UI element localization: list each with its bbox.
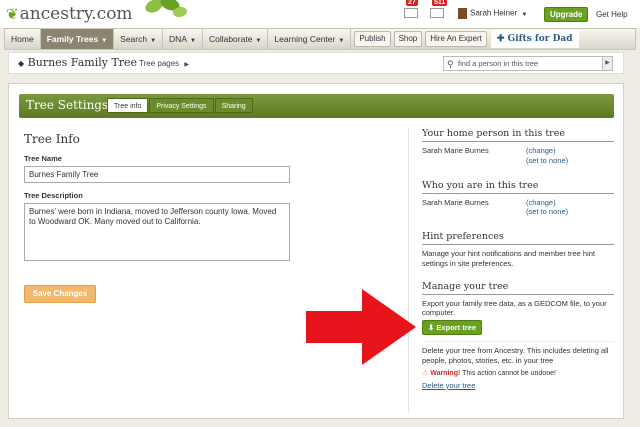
home-person-change-link[interactable]: (change) bbox=[526, 146, 568, 156]
main-nav: Home Family Trees ▼ Search ▼ DNA ▼ Collabor… bbox=[4, 28, 636, 50]
tab-sharing[interactable]: Sharing bbox=[214, 98, 253, 113]
upgrade-button[interactable]: Upgrade bbox=[544, 7, 589, 22]
tree-pages-label: Tree pages bbox=[139, 59, 180, 68]
tree-sidebar: Your home person in this tree Sarah Mari… bbox=[408, 128, 616, 412]
top-header: ❦ancestry.com 27 511 Sarah Heiner ▼ Upgr… bbox=[0, 0, 640, 28]
search-placeholder: find a person in this tree bbox=[458, 59, 539, 68]
user-menu[interactable]: Sarah Heiner ▼ bbox=[458, 8, 527, 19]
nav-dna[interactable]: DNA ▼ bbox=[163, 29, 203, 49]
tree-name: Burnes Family Tree bbox=[27, 56, 138, 69]
person-search-input[interactable]: ⚲ find a person in this tree ▶ bbox=[443, 56, 613, 71]
nav-learning-center-label: Learning Center bbox=[274, 34, 336, 44]
envelope-icon bbox=[430, 8, 444, 18]
tree-info-form: Tree Info Tree Name Burnes Family Tree T… bbox=[24, 132, 294, 261]
hints-notification[interactable]: 511 bbox=[430, 0, 448, 18]
hire-expert-button[interactable]: Hire An Expert bbox=[425, 31, 487, 47]
tree-name-field[interactable]: Burnes Family Tree bbox=[24, 166, 290, 183]
notification-count: 27 bbox=[406, 0, 418, 6]
tree-description-label: Tree Description bbox=[24, 191, 83, 200]
ancestry-logo[interactable]: ❦ancestry.com bbox=[6, 4, 133, 24]
tree-pages-menu[interactable]: Tree pages ▶ bbox=[139, 59, 189, 68]
who-you-are-row: Sarah Marie Burnes (change) (set to none… bbox=[422, 198, 616, 218]
gifts-for-dad-promo[interactable]: ✚ Gifts for Dad bbox=[490, 30, 579, 48]
red-arrow-icon bbox=[306, 289, 416, 365]
delete-warning: ⚠ Warning! This action cannot be undone! bbox=[422, 369, 616, 377]
delete-tree-link[interactable]: Delete your tree bbox=[422, 381, 616, 390]
warning-icon: ⚠ bbox=[422, 369, 429, 377]
nav-learning-center[interactable]: Learning Center ▼ bbox=[268, 29, 352, 49]
hint-preferences-text[interactable]: Manage your hint notifications and membe… bbox=[422, 249, 614, 269]
home-person-name: Sarah Marie Burnes bbox=[422, 146, 489, 155]
divider bbox=[422, 341, 614, 342]
chevron-right-icon: ▶ bbox=[184, 62, 190, 68]
chevron-down-icon: ▼ bbox=[255, 38, 262, 44]
gift-icon: ✚ bbox=[496, 34, 505, 44]
tree-settings-panel: Tree Settings Tree info Privacy Settings… bbox=[8, 83, 624, 419]
chevron-down-icon: ▼ bbox=[150, 38, 157, 44]
back-arrow-icon: ◆ bbox=[18, 59, 25, 68]
logo-leaf-mark: ❦ bbox=[6, 5, 19, 23]
envelope-icon bbox=[404, 8, 418, 18]
chevron-down-icon: ▼ bbox=[190, 38, 196, 44]
shop-button[interactable]: Shop bbox=[393, 31, 423, 47]
nav-family-trees[interactable]: Family Trees ▼ bbox=[40, 29, 115, 49]
who-you-are-heading: Who you are in this tree bbox=[422, 180, 614, 194]
nav-search[interactable]: Search ▼ bbox=[114, 29, 164, 49]
settings-tabs: Tree info Privacy Settings Sharing bbox=[107, 98, 254, 113]
who-you-are-change-link[interactable]: (change) bbox=[526, 198, 568, 208]
promo-label: Gifts for Dad bbox=[507, 34, 573, 44]
warning-label: Warning! bbox=[430, 369, 461, 377]
home-person-heading: Your home person in this tree bbox=[422, 128, 614, 142]
nav-search-label: Search bbox=[120, 34, 148, 44]
get-help-link[interactable]: Get Help bbox=[596, 10, 628, 19]
tab-privacy-settings[interactable]: Privacy Settings bbox=[149, 98, 214, 113]
publish-button[interactable]: Publish bbox=[354, 31, 391, 47]
export-tree-label: Export tree bbox=[436, 323, 476, 332]
nav-home-label: Home bbox=[11, 34, 34, 44]
home-person-set-none-link[interactable]: (set to none) bbox=[526, 156, 568, 166]
who-you-are-name: Sarah Marie Burnes bbox=[422, 197, 489, 207]
panel-header: Tree Settings Tree info Privacy Settings… bbox=[19, 94, 614, 118]
logo-text: ancestry.com bbox=[19, 4, 133, 24]
panel-title: Tree Settings bbox=[26, 98, 109, 112]
download-icon: ⬇ bbox=[428, 323, 435, 332]
chevron-down-icon: ▼ bbox=[338, 38, 345, 44]
chevron-down-icon: ▼ bbox=[521, 11, 528, 18]
messages-notification[interactable]: 27 bbox=[404, 0, 418, 18]
export-description: Export your family tree data, as a GEDCO… bbox=[422, 298, 607, 318]
manage-tree-heading: Manage your tree bbox=[422, 281, 614, 295]
hint-preferences-heading: Hint preferences bbox=[422, 231, 614, 245]
chevron-down-icon: ▼ bbox=[101, 38, 108, 44]
user-name: Sarah Heiner bbox=[470, 8, 518, 18]
tab-tree-info[interactable]: Tree info bbox=[107, 98, 149, 113]
tree-info-heading: Tree Info bbox=[24, 132, 80, 146]
nav-dna-label: DNA bbox=[169, 34, 187, 44]
leaves-icon bbox=[145, 0, 187, 18]
who-you-are-set-none-link[interactable]: (set to none) bbox=[526, 207, 568, 217]
nav-collaborate[interactable]: Collaborate ▼ bbox=[203, 29, 269, 49]
nav-collaborate-label: Collaborate bbox=[208, 34, 253, 44]
home-person-row: Sarah Marie Burnes (change) (set to none… bbox=[422, 146, 616, 166]
search-icon: ⚲ bbox=[447, 59, 454, 69]
save-changes-button[interactable]: Save Changes bbox=[24, 285, 96, 303]
chevron-right-icon[interactable]: ▶ bbox=[602, 57, 612, 70]
tree-title[interactable]: ◆ Burnes Family Tree bbox=[18, 56, 137, 69]
tree-name-label: Tree Name bbox=[24, 154, 62, 163]
nav-family-trees-label: Family Trees bbox=[46, 34, 99, 44]
export-tree-button[interactable]: ⬇ Export tree bbox=[422, 320, 482, 335]
nav-home[interactable]: Home bbox=[5, 29, 41, 49]
avatar bbox=[458, 8, 467, 19]
warning-text: This action cannot be undone! bbox=[462, 369, 556, 377]
delete-description: Delete your tree from Ancestry. This inc… bbox=[422, 346, 609, 365]
tree-subbar: ◆ Burnes Family Tree Tree pages ▶ ⚲ find… bbox=[8, 52, 624, 74]
tree-description-field[interactable]: Burnes' were born in Indiana, moved to J… bbox=[24, 203, 290, 261]
notification-count: 511 bbox=[432, 0, 448, 6]
